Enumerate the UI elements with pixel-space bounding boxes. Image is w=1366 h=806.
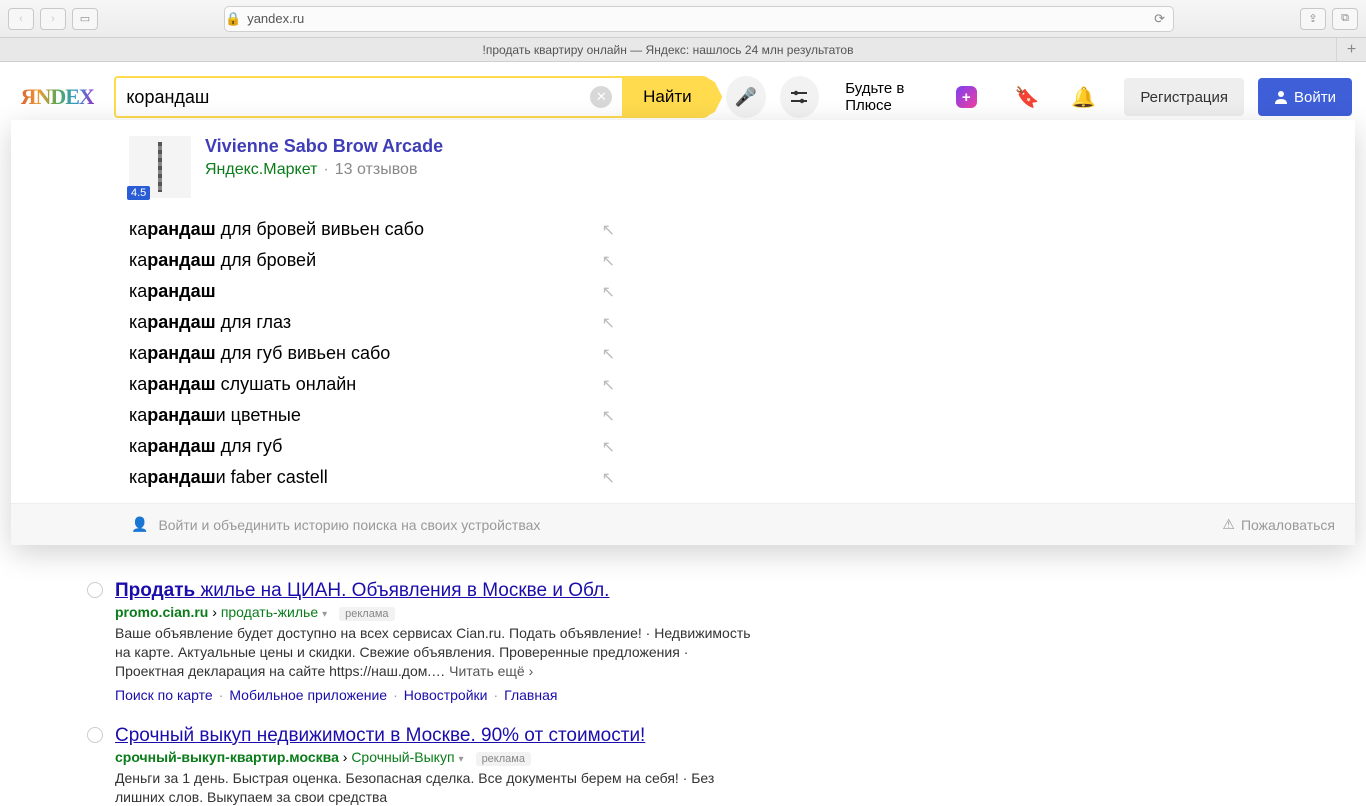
suggest-item[interactable]: карандаш слушать онлайн↖ [129, 369, 1295, 400]
address-bar[interactable]: 🔒 yandex.ru ⟳ [224, 6, 1174, 32]
insert-icon[interactable]: ↖ [602, 282, 615, 302]
register-button[interactable]: Регистрация [1124, 78, 1244, 116]
tab-bar: !продать квартиру онлайн — Яндекс: нашло… [0, 38, 1366, 62]
yandex-logo[interactable]: ЯNDEX [14, 77, 100, 117]
search-input[interactable] [126, 87, 590, 108]
suggest-product[interactable]: 4.5 Vivienne Sabo Brow Arcade Яндекс.Мар… [129, 130, 1355, 214]
suggest-item[interactable]: карандаши цветные↖ [129, 400, 1295, 431]
report-link[interactable]: ⚠ Пожаловаться [1222, 516, 1335, 533]
user-icon: 👤 [131, 516, 148, 533]
sidebar-button[interactable]: ▭ [72, 8, 98, 30]
insert-icon[interactable]: ↖ [602, 344, 615, 364]
yandex-header: ЯNDEX ✕ Найти 🎤 Будьте в Плюсе + 🔖 🔔 Рег… [0, 62, 1366, 128]
result-snippet: Ваше объявление будет доступно на всех с… [115, 624, 760, 681]
tabs-button[interactable]: ⧉ [1332, 8, 1358, 30]
plus-icon: + [956, 86, 977, 108]
result-title[interactable]: Продать жилье на ЦИАН. Объявления в Моск… [115, 580, 609, 601]
suggest-footer: 👤 Войти и объединить историю поиска на с… [11, 503, 1355, 545]
share-button[interactable]: ⇪ [1300, 8, 1326, 30]
result-title[interactable]: Срочный выкуп недвижимости в Москве. 90%… [115, 725, 645, 746]
suggest-item[interactable]: карандаш↖ [129, 276, 1295, 307]
result-url[interactable]: срочный-выкуп-квартир.москва › Срочный-В… [115, 749, 760, 765]
reload-icon[interactable]: ⟳ [1154, 11, 1165, 27]
insert-icon[interactable]: ↖ [602, 468, 615, 488]
plus-promo[interactable]: Будьте в Плюсе + [845, 80, 976, 114]
suggest-item[interactable]: карандаш для бровей↖ [129, 245, 1295, 276]
warning-icon: ⚠ [1222, 516, 1235, 533]
new-tab-button[interactable]: + [1336, 38, 1366, 61]
bookmark-icon[interactable]: 🔖 [1015, 85, 1040, 110]
suggest-dropdown: 4.5 Vivienne Sabo Brow Arcade Яндекс.Мар… [11, 120, 1355, 545]
clear-icon[interactable]: ✕ [590, 86, 612, 108]
insert-icon[interactable]: ↖ [602, 251, 615, 271]
browser-tab[interactable]: !продать квартиру онлайн — Яндекс: нашло… [0, 43, 1336, 57]
suggest-list: карандаш для бровей вивьен сабо↖карандаш… [129, 214, 1355, 493]
back-button[interactable]: ‹ [8, 8, 34, 30]
voice-icon[interactable]: 🎤 [726, 76, 765, 118]
suggest-item[interactable]: карандаш для бровей вивьен сабо↖ [129, 214, 1295, 245]
result-sitelinks[interactable]: Поиск по карте·Мобильное приложение·Ново… [115, 687, 760, 703]
insert-icon[interactable]: ↖ [602, 220, 615, 240]
suggest-item[interactable]: карандаш для губ↖ [129, 431, 1295, 462]
globe-icon [87, 582, 103, 598]
insert-icon[interactable]: ↖ [602, 375, 615, 395]
insert-icon[interactable]: ↖ [602, 313, 615, 333]
search-form: ✕ Найти [114, 76, 712, 118]
url-text: yandex.ru [247, 11, 304, 26]
search-results: Продать жилье на ЦИАН. Объявления в Моск… [0, 568, 760, 806]
rating-badge: 4.5 [127, 186, 150, 200]
bell-icon[interactable]: 🔔 [1071, 85, 1096, 110]
product-subtitle: Яндекс.Маркет·13 отзывов [205, 161, 443, 179]
search-box: ✕ [114, 76, 622, 118]
result-item: Продать жилье на ЦИАН. Объявления в Моск… [115, 580, 760, 703]
insert-icon[interactable]: ↖ [602, 406, 615, 426]
search-button[interactable]: Найти [622, 76, 712, 118]
settings-icon[interactable] [780, 76, 819, 118]
suggest-item[interactable]: карандаши faber castell↖ [129, 462, 1295, 493]
product-title[interactable]: Vivienne Sabo Brow Arcade [205, 136, 443, 156]
lock-icon: 🔒 [225, 11, 241, 27]
suggest-item[interactable]: карандаш для глаз↖ [129, 307, 1295, 338]
browser-toolbar: ‹ › ▭ 🔒 yandex.ru ⟳ ⇪ ⧉ [0, 0, 1366, 38]
suggest-item[interactable]: карандаш для губ вивьен сабо↖ [129, 338, 1295, 369]
result-snippet: Деньги за 1 день. Быстрая оценка. Безопа… [115, 769, 760, 806]
insert-icon[interactable]: ↖ [602, 437, 615, 457]
result-item: Срочный выкуп недвижимости в Москве. 90%… [115, 725, 760, 806]
result-url[interactable]: promo.cian.ru › продать-жилье▾реклама [115, 604, 760, 620]
product-thumb: 4.5 [129, 136, 191, 198]
globe-icon [87, 727, 103, 743]
forward-button[interactable]: › [40, 8, 66, 30]
sync-history-prompt[interactable]: 👤 Войти и объединить историю поиска на с… [131, 516, 540, 533]
login-button[interactable]: Войти [1258, 78, 1352, 116]
